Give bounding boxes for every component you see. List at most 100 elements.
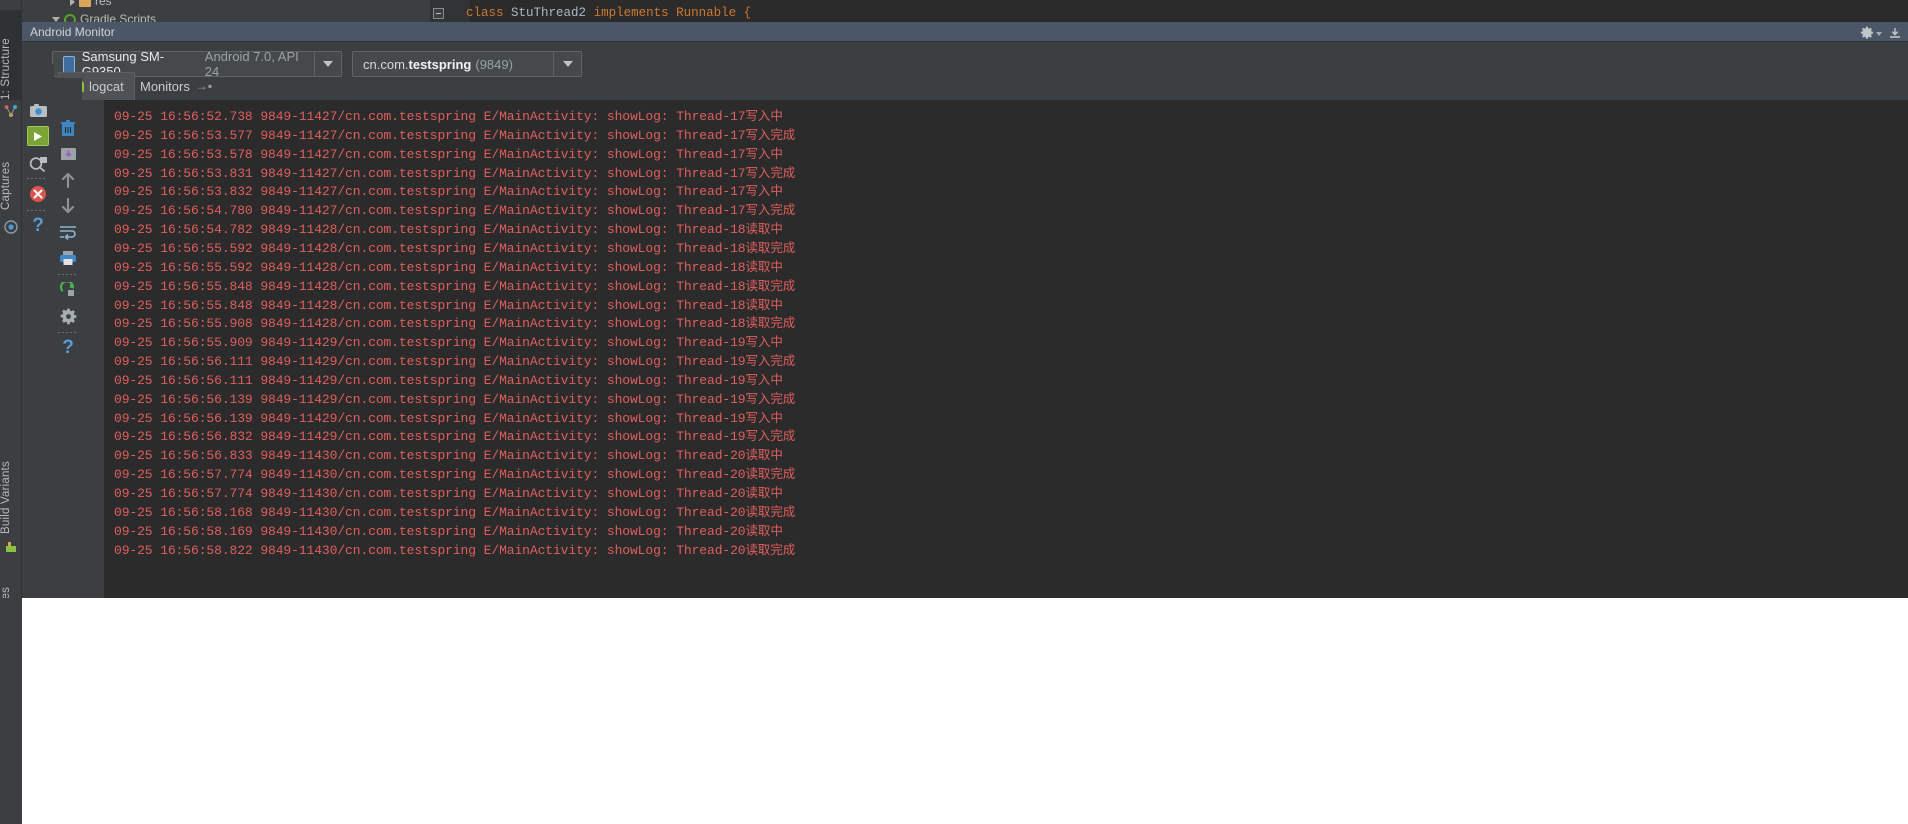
expand-triangle-icon[interactable] (70, 0, 75, 6)
sidebar-item-captures-label: Captures (0, 161, 12, 210)
soft-wrap-icon[interactable] (58, 222, 78, 242)
process-package-name: testspring (408, 56, 472, 72)
logcat-line[interactable]: 09-25 16:56:56.111 9849-11429/cn.com.tes… (114, 369, 783, 388)
logcat-line[interactable]: 09-25 16:56:54.780 9849-11427/cn.com.tes… (114, 199, 795, 218)
logcat-message-cjk: 写入完成 (745, 126, 796, 142)
logcat-line[interactable]: 09-25 16:56:57.774 9849-11430/cn.com.tes… (114, 463, 795, 482)
logcat-line[interactable]: 09-25 16:56:58.168 9849-11430/cn.com.tes… (114, 501, 795, 520)
logcat-message-cjk: 写入完成 (745, 428, 796, 444)
logcat-message-cjk: 写入中 (745, 409, 783, 425)
sidebar-item-structure[interactable]: 1: Structure (0, 10, 22, 100)
logcat-message-cjk: 读取完成 (745, 277, 796, 293)
gear-icon[interactable] (1860, 26, 1874, 40)
down-arrow-icon[interactable] (58, 196, 78, 216)
logcat-message-cjk: 写入中 (745, 183, 783, 199)
android-monitor-window: Android Monitor Samsung SM-G9350 Android… (22, 22, 1908, 598)
sidebar-item-captures[interactable]: Captures (0, 124, 22, 210)
monitor-tool-rail-left: ? (22, 64, 54, 598)
logcat-line[interactable]: 09-25 16:56:53.831 9849-11427/cn.com.tes… (114, 162, 795, 181)
logcat-message-cjk: 写入完成 (745, 202, 796, 218)
logcat-message-cjk: 写入完成 (745, 353, 796, 369)
logcat-line[interactable]: 09-25 16:56:55.909 9849-11429/cn.com.tes… (114, 331, 783, 350)
logcat-line[interactable]: 09-25 16:56:55.592 9849-11428/cn.com.tes… (114, 256, 783, 275)
logcat-message-cjk: 读取完成 (745, 466, 796, 482)
code-keyword: class (466, 6, 504, 20)
up-arrow-icon[interactable] (58, 170, 78, 190)
tree-item-res-label: res (95, 0, 112, 8)
code-rest: implements Runnable { (593, 6, 752, 20)
logcat-line[interactable]: 09-25 16:56:55.908 9849-11428/cn.com.tes… (114, 312, 795, 331)
code-snippet: class StuThread2 implements Runnable { (466, 6, 751, 20)
tab-monitors-label: Monitors (140, 78, 190, 94)
settings-gear-icon[interactable] (58, 306, 78, 326)
logcat-line[interactable]: 09-25 16:56:55.848 9849-11428/cn.com.tes… (114, 275, 795, 294)
rail-separator (58, 274, 78, 275)
clear-logcat-icon[interactable] (58, 118, 78, 138)
logcat-line[interactable]: 09-25 16:56:56.833 9849-11430/cn.com.tes… (114, 444, 783, 463)
process-package: cn.com.testspring (353, 57, 471, 72)
logcat-message-cjk: 写入完成 (745, 390, 796, 406)
logcat-line[interactable]: 09-25 16:56:53.832 9849-11427/cn.com.tes… (114, 180, 783, 199)
rail-separator (27, 178, 47, 179)
code-classname: StuThread2 (511, 6, 587, 20)
logcat-message-cjk: 读取完成 (745, 239, 796, 255)
logcat-message-cjk: 写入中 (745, 371, 783, 387)
rail-separator (58, 332, 78, 333)
scroll-to-end-icon[interactable] (58, 144, 78, 164)
logcat-message-cjk: 写入中 (745, 108, 783, 123)
logcat-line[interactable]: 09-25 16:56:55.848 9849-11428/cn.com.tes… (114, 294, 783, 313)
logcat-line[interactable]: 09-25 16:56:58.169 9849-11430/cn.com.tes… (114, 520, 783, 539)
screen-record-icon[interactable] (27, 126, 49, 146)
screenshot-camera-icon[interactable] (28, 100, 48, 120)
logcat-message-cjk: 写入完成 (745, 164, 796, 180)
logcat-message-cjk: 读取中 (745, 447, 783, 463)
sidebar-item-build-variants[interactable]: Build Variants (0, 430, 22, 534)
terminate-application-icon[interactable] (28, 184, 48, 204)
help-icon[interactable]: ? (28, 215, 48, 236)
tab-monitors[interactable]: Monitors →▪ (130, 72, 222, 100)
logcat-message-cjk: 读取完成 (745, 503, 796, 519)
logcat-line[interactable]: 09-25 16:56:56.832 9849-11429/cn.com.tes… (114, 425, 795, 444)
logcat-line[interactable]: 09-25 16:56:52.738 9849-11427/cn.com.tes… (114, 105, 783, 124)
minimize-icon[interactable] (1888, 27, 1902, 39)
logcat-line[interactable]: 09-25 16:56:57.774 9849-11430/cn.com.tes… (114, 482, 783, 501)
logcat-tool-rail: ? (54, 78, 82, 598)
sidebar-item-structure-label: 1: Structure (0, 38, 12, 100)
pin-icon[interactable]: →▪ (196, 79, 212, 93)
print-icon[interactable] (58, 248, 78, 268)
logcat-message-cjk: 读取中 (745, 296, 783, 312)
logcat-line[interactable]: 09-25 16:56:53.577 9849-11427/cn.com.tes… (114, 124, 795, 143)
layout-inspector-icon[interactable] (28, 154, 48, 174)
logcat-message-cjk: 写入中 (745, 334, 783, 350)
window-title: Android Monitor (30, 25, 115, 39)
logcat-line[interactable]: 09-25 16:56:56.139 9849-11429/cn.com.tes… (114, 388, 795, 407)
build-variants-icon (4, 540, 18, 554)
android-studio-window: res Gradle Scripts class StuThread2 impl… (0, 0, 1908, 824)
code-fold-icon[interactable] (433, 8, 444, 19)
android-monitor-header: Android Monitor (22, 22, 1908, 42)
logcat-line[interactable]: 09-25 16:56:53.578 9849-11427/cn.com.tes… (114, 143, 783, 162)
logcat-line[interactable]: 09-25 16:56:56.139 9849-11429/cn.com.tes… (114, 407, 783, 426)
structure-icon (4, 104, 18, 118)
logcat-output-pane[interactable]: 09-25 16:56:52.738 9849-11427/cn.com.tes… (104, 100, 1908, 598)
logcat-line[interactable]: 09-25 16:56:54.782 9849-11428/cn.com.tes… (114, 218, 783, 237)
ide-left-rail-bottom (0, 598, 22, 824)
tab-logcat-label: logcat (89, 79, 124, 94)
phone-icon (63, 55, 75, 73)
chevron-down-icon (562, 61, 573, 67)
tree-item-res[interactable]: res (70, 0, 112, 8)
logcat-line[interactable]: 09-25 16:56:55.592 9849-11428/cn.com.tes… (114, 237, 795, 256)
bottom-empty-area (0, 598, 1908, 824)
logcat-message-cjk: 读取中 (745, 221, 783, 237)
logcat-line[interactable]: 09-25 16:56:58.822 9849-11430/cn.com.tes… (114, 539, 795, 558)
logcat-message-cjk: 读取中 (745, 522, 783, 538)
gear-dropdown-icon[interactable] (1876, 32, 1882, 36)
logcat-message-cjk: 读取完成 (745, 315, 796, 331)
logcat-message-cjk: 读取中 (745, 258, 783, 274)
folder-icon (79, 0, 91, 7)
logcat-message-cjk: 读取中 (745, 485, 783, 500)
restart-icon[interactable] (58, 280, 78, 300)
monitor-tabbar: logcat Monitors →▪ (44, 72, 1908, 100)
help-icon[interactable]: ? (58, 337, 78, 358)
logcat-line[interactable]: 09-25 16:56:56.111 9849-11429/cn.com.tes… (114, 350, 795, 369)
